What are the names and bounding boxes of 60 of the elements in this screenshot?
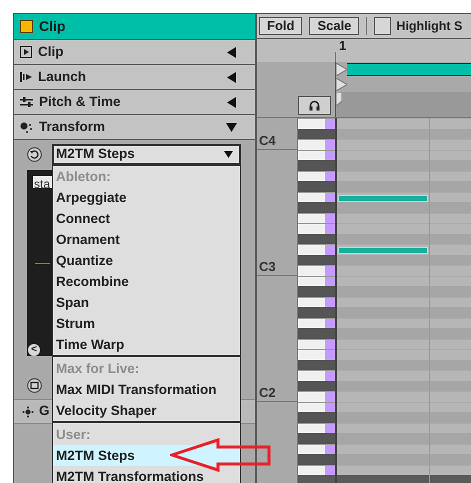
dots-icon (20, 121, 33, 133)
launch-icon (20, 71, 32, 83)
section-header[interactable]: Clip (14, 40, 255, 64)
menu-item[interactable]: Quantize (53, 250, 240, 271)
section-header[interactable]: Pitch & Time (14, 90, 255, 114)
menu-item[interactable]: Arpeggiate (53, 187, 240, 208)
menu-item[interactable]: Max MIDI Transformation (53, 379, 240, 400)
dots-icon (22, 406, 34, 418)
menu-item[interactable]: M2TM Steps (53, 445, 240, 466)
section-header[interactable]: Launch (14, 65, 255, 89)
menu-group-header: Max for Live: (55, 360, 140, 378)
menu-item[interactable]: Ornament (53, 229, 240, 250)
transform-select[interactable]: M2TM Steps (52, 144, 241, 164)
menu-item[interactable]: Time Warp (53, 334, 240, 355)
sliders-icon (20, 96, 33, 108)
octave-label: C2 (259, 386, 276, 400)
menu-item[interactable]: M2TM Transformations (53, 466, 240, 483)
checkbox[interactable] (374, 17, 392, 35)
grid-row[interactable] (337, 402, 471, 412)
loop-bar[interactable] (347, 63, 471, 76)
menu-item[interactable]: Strum (53, 313, 240, 334)
piano-key[interactable] (298, 360, 335, 370)
highlight-label: Highlight S (396, 18, 462, 35)
toolbar-button[interactable]: Scale (309, 17, 360, 35)
back-button[interactable]: < (28, 344, 40, 356)
piano-key[interactable] (298, 254, 335, 265)
bar-number: 1 (339, 39, 346, 52)
piano-key[interactable] (298, 380, 335, 391)
menu-item[interactable]: Span (53, 292, 240, 313)
octave-label: C3 (259, 260, 276, 274)
menu-group-header: Ableton: (55, 168, 112, 186)
reset-icon[interactable] (27, 146, 42, 162)
piano-key[interactable] (298, 444, 335, 454)
section-header[interactable]: Transform (14, 115, 255, 139)
grid-row[interactable] (337, 150, 471, 160)
menu-item[interactable]: Velocity Shaper (53, 400, 240, 421)
piano-key[interactable] (298, 338, 335, 349)
play-box-icon (20, 46, 32, 58)
piano-key[interactable] (298, 422, 335, 433)
slider-line (35, 262, 50, 264)
piano-key[interactable] (298, 464, 335, 475)
clip-title: Clip (39, 17, 66, 36)
piano-key[interactable] (298, 170, 335, 181)
grid-row[interactable] (337, 276, 471, 286)
preview-button[interactable] (298, 96, 331, 115)
toolbar-button[interactable]: Fold (259, 17, 302, 35)
piano-key[interactable] (298, 212, 335, 223)
piano-key[interactable] (298, 192, 335, 202)
piano-key[interactable] (298, 234, 335, 244)
menu-item[interactable]: Connect (53, 208, 240, 229)
piano-key[interactable] (298, 128, 335, 139)
clip-color-icon (20, 20, 33, 33)
headphones-icon (309, 100, 320, 111)
menu-item[interactable]: Recombine (53, 271, 240, 292)
menu-group-header: User: (55, 426, 92, 444)
piano-key[interactable] (298, 318, 335, 328)
piano-key[interactable] (298, 296, 335, 307)
caret-icon (224, 150, 233, 158)
octave-label: C4 (259, 134, 276, 148)
bracket-circle-icon[interactable] (27, 378, 42, 393)
